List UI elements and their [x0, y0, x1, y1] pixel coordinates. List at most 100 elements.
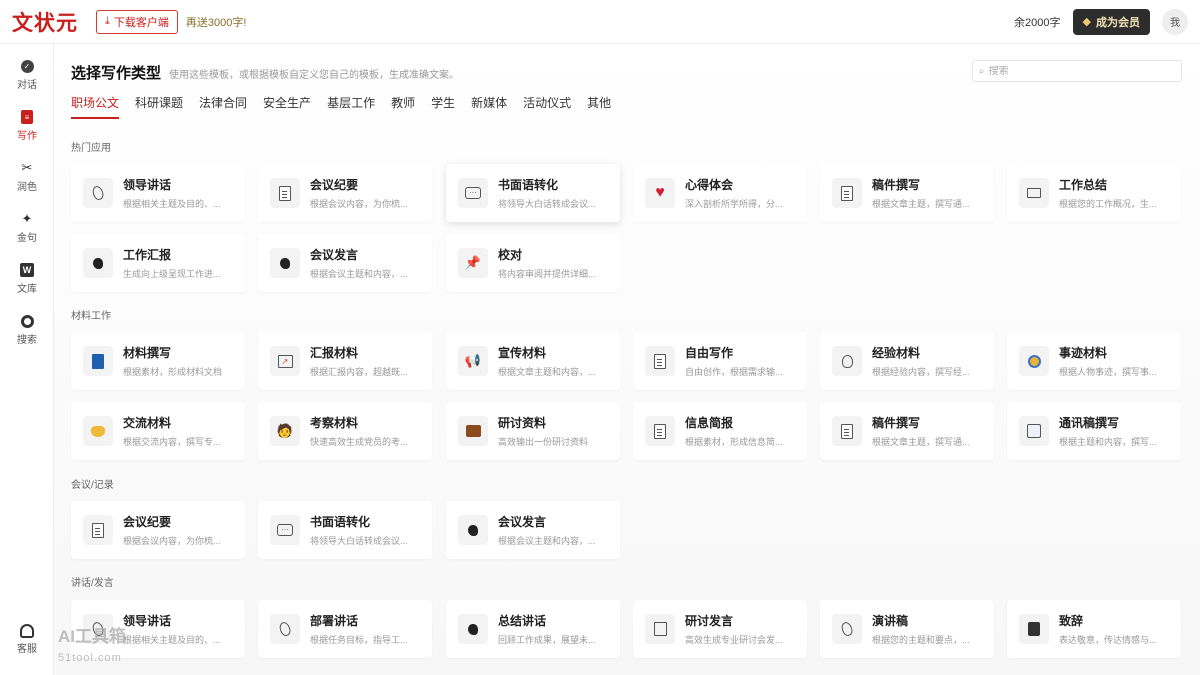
card-title: 书面语转化 — [498, 178, 559, 192]
card-desc: 生成向上级呈现工作进... — [123, 269, 221, 279]
template-card[interactable]: 会议发言 根据会议主题和内容，... — [258, 234, 432, 292]
page-subtitle: 使用这些模板，或根据模板自定义您自己的模板，生成准确文案。 — [169, 70, 460, 81]
word-balance: 余2000字 — [1014, 16, 1061, 29]
section-label-materials: 材料工作 — [71, 311, 111, 322]
page-heading: 选择写作类型 使用这些模板，或根据模板自定义您自己的模板，生成准确文案。 — [71, 62, 459, 83]
chat-bubble-icon: ··· — [458, 178, 488, 208]
tab-workplace-docs[interactable]: 职场公文 — [71, 94, 120, 119]
tab-new-media[interactable]: 新媒体 — [471, 94, 507, 119]
search-input[interactable] — [988, 65, 1169, 77]
app-logo[interactable]: 文状元 — [12, 7, 78, 37]
template-card[interactable]: 会议纪要 根据会议内容，为你梳... — [258, 164, 432, 222]
template-card[interactable]: 致辞表达敬意，传达情感与... — [1007, 600, 1181, 658]
template-card[interactable]: 总结讲话 回顾工作成果，展望未... — [446, 600, 620, 658]
template-card[interactable]: 通讯稿撰写 根据主题和内容，撰写... — [1007, 402, 1181, 460]
pushpin-icon: 📌 — [458, 248, 488, 278]
card-title: 宣传材料 — [498, 346, 547, 360]
sidebar-item-label: 文库 — [17, 284, 37, 295]
card-desc: 表达敬意，传达情感与... — [1059, 635, 1157, 645]
user-avatar[interactable]: 我 — [1162, 8, 1188, 35]
template-card[interactable]: 事迹材料 根据人物事迹，撰写事... — [1007, 332, 1181, 390]
sidebar-item-quotes[interactable]: ✦ 金句 — [0, 211, 54, 244]
template-card[interactable]: ♥ 心得体会 深入剖析所学所得，分... — [633, 164, 807, 222]
card-desc: 根据文章主题，撰写通... — [872, 199, 970, 209]
card-desc: 根据您的工作概况，生... — [1059, 199, 1157, 209]
template-card[interactable]: 材料撰写 根据素材，形成材料文档 — [71, 332, 245, 390]
document-icon — [645, 416, 675, 446]
left-sidebar: ✓ 对话 ≡ 写作 ✂ 润色 ✦ 金句 W 文库 搜索 客服 — [0, 44, 54, 675]
promo-text[interactable]: 再送3000字! — [186, 14, 247, 30]
speaking-head-icon — [458, 515, 488, 545]
speech-leaf-icon — [832, 614, 862, 644]
tab-safety[interactable]: 安全生产 — [263, 94, 311, 119]
template-card[interactable]: 演讲稿根据您的主题和要点，... — [820, 600, 994, 658]
headset-icon — [20, 624, 34, 638]
template-card[interactable]: 🧑 考察材料 快速高效生成党员的考... — [258, 402, 432, 460]
card-desc: 将领导大白话转成会议... — [498, 199, 596, 209]
sidebar-item-library[interactable]: W 文库 — [0, 262, 54, 295]
card-title: 稿件撰写 — [872, 416, 921, 430]
tab-research[interactable]: 科研课题 — [135, 94, 183, 119]
download-icon: ⤓ — [105, 15, 110, 27]
template-card[interactable]: ··· 书面语转化将领导大白话转成会议... — [446, 164, 620, 222]
template-card[interactable]: ··· 书面语转化 将领导大白话转成会议... — [258, 501, 432, 559]
document-icon — [832, 416, 862, 446]
sidebar-item-polish[interactable]: ✂ 润色 — [0, 160, 54, 193]
card-desc: 根据会议内容，为你梳... — [123, 536, 221, 546]
template-card[interactable]: 部署讲话 根据任务目标，指导工... — [258, 600, 432, 658]
template-card[interactable]: ↗ 汇报材料 根据汇报内容，超越既... — [258, 332, 432, 390]
template-card[interactable]: 自由写作 自由创作，根据需求输... — [633, 332, 807, 390]
speech-leaf-icon — [83, 178, 113, 208]
card-title: 心得体会 — [685, 178, 734, 192]
template-search[interactable]: ⌕ — [972, 60, 1182, 82]
template-card[interactable]: 工作汇报 生成向上级呈现工作进... — [71, 234, 245, 292]
template-card[interactable]: 📢 宣传材料 根据文章主题和内容，... — [446, 332, 620, 390]
section-label-hot-apps: 热门应用 — [71, 143, 111, 154]
speaking-head-icon — [83, 248, 113, 278]
page-title: 选择写作类型 — [71, 65, 162, 82]
template-card[interactable]: 信息简报 根据素材，形成信息简... — [633, 402, 807, 460]
tab-legal[interactable]: 法律合同 — [199, 94, 247, 119]
card-desc: 根据素材，形成材料文档 — [123, 367, 223, 377]
template-card[interactable]: 稿件撰写 根据文章主题，撰写通... — [820, 402, 994, 460]
sidebar-item-label: 写作 — [17, 131, 37, 142]
tab-teacher[interactable]: 教师 — [391, 94, 415, 119]
card-desc: 高效输出一份研讨资料 — [498, 437, 589, 447]
card-title: 致辞 — [1059, 614, 1084, 628]
document-icon — [83, 515, 113, 545]
download-client-button[interactable]: ⤓ 下载客户端 — [96, 9, 178, 34]
card-desc: 根据任务目标，指导工... — [310, 635, 408, 645]
template-card[interactable]: 研讨资料 高效输出一份研讨资料 — [446, 402, 620, 460]
heart-icon: ♥ — [645, 178, 675, 208]
tab-events[interactable]: 活动仪式 — [523, 94, 571, 119]
card-title: 演讲稿 — [872, 614, 909, 628]
sidebar-item-chat[interactable]: ✓ 对话 — [0, 58, 54, 91]
card-desc: 根据您的主题和要点，... — [872, 635, 970, 645]
card-title: 总结讲话 — [498, 614, 547, 628]
memo-icon — [645, 614, 675, 644]
template-card[interactable]: 工作总结 根据您的工作概况，生... — [1007, 164, 1181, 222]
chat-icon: ✓ — [19, 58, 35, 74]
tab-student[interactable]: 学生 — [431, 94, 455, 119]
card-title: 会议发言 — [498, 515, 547, 529]
tab-other[interactable]: 其他 — [587, 94, 611, 119]
card-desc: 根据相关主题及目的、... — [123, 635, 221, 645]
template-card[interactable]: 稿件撰写 根据文章主题，撰写通... — [820, 164, 994, 222]
template-card[interactable]: 领导讲话 根据相关主题及目的、... — [71, 164, 245, 222]
sidebar-item-write[interactable]: ≡ 写作 — [0, 109, 54, 142]
template-card[interactable]: 经验材料 根据经验内容，撰写经... — [820, 332, 994, 390]
card-desc: 将领导大白话转成会议... — [310, 536, 408, 546]
card-title: 校对 — [498, 248, 523, 262]
tab-grassroots[interactable]: 基层工作 — [327, 94, 375, 119]
become-member-button[interactable]: ◆ 成为会员 — [1072, 8, 1150, 35]
customer-service-button[interactable]: 客服 — [0, 624, 54, 655]
top-bar: 文状元 ⤓ 下载客户端 再送3000字! 余2000字 ◆ 成为会员 我 — [0, 0, 1200, 44]
template-card[interactable]: 会议发言 根据会议主题和内容，... — [446, 501, 620, 559]
template-card[interactable]: 会议纪要 根据会议内容，为你梳... — [71, 501, 245, 559]
template-card[interactable]: 研讨发言 高效生成专业研讨会发... — [633, 600, 807, 658]
section-label-meetings: 会议/记录 — [71, 480, 114, 491]
sidebar-item-search[interactable]: 搜索 — [0, 313, 54, 346]
template-card[interactable]: 📌 校对 将内容审阅并提供详细... — [446, 234, 620, 292]
become-member-label: 成为会员 — [1096, 16, 1140, 29]
template-card[interactable]: 交流材料 根据交流内容，撰写专... — [71, 402, 245, 460]
